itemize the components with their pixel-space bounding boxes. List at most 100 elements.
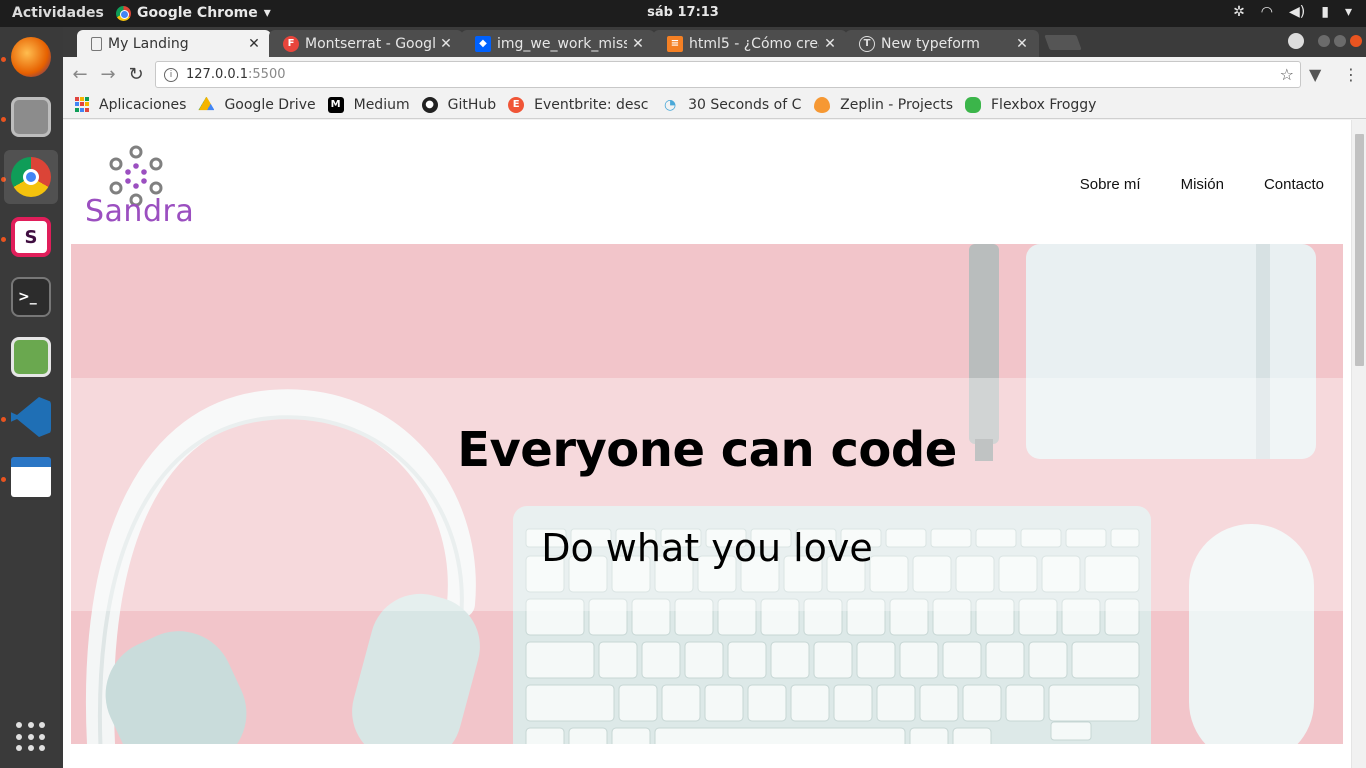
bookmark-star-icon[interactable]: ☆ — [1280, 65, 1294, 84]
bookmark-zeplin[interactable]: Zeplin - Projects — [814, 96, 953, 113]
bookmark-aplicaciones[interactable]: Aplicaciones — [75, 97, 186, 113]
close-window-icon[interactable] — [1350, 35, 1362, 47]
page-icon — [91, 36, 102, 51]
url-host: 127.0.0.1 — [186, 67, 249, 82]
tab-strip: My Landing ✕ F Montserrat - Google ✕ ◆ i… — [63, 27, 1366, 57]
tab-title: Montserrat - Google — [305, 35, 435, 52]
vscode-icon — [11, 397, 51, 437]
dock-image-viewer[interactable] — [4, 330, 58, 384]
caret-down-icon[interactable]: ▾ — [1345, 4, 1352, 20]
bookmark-flexbox-froggy[interactable]: Flexbox Froggy — [965, 96, 1096, 113]
back-icon[interactable]: ← — [69, 63, 91, 85]
caret-down-icon: ▾ — [263, 5, 271, 21]
show-applications-icon[interactable] — [16, 722, 46, 752]
page-scrollbar[interactable] — [1351, 120, 1366, 768]
close-tab-icon[interactable]: ✕ — [439, 36, 453, 52]
launcher-dock: S >_ — [0, 27, 63, 768]
bookmark-github[interactable]: ● GitHub — [421, 96, 497, 113]
app-menu[interactable]: Google Chrome ▾ — [116, 5, 271, 21]
dock-vscode[interactable] — [4, 390, 58, 444]
tab-dropbox[interactable]: ◆ img_we_work_miss ✕ — [461, 30, 655, 57]
dock-slack[interactable]: S — [4, 210, 58, 264]
close-tab-icon[interactable]: ✕ — [823, 36, 837, 52]
site-nav: Sobre mí Misión Contacto — [1080, 176, 1324, 193]
tab-title: img_we_work_miss — [497, 35, 627, 52]
tab-typeform[interactable]: T New typeform ✕ — [845, 30, 1039, 57]
tab-title: html5 - ¿Cómo crear — [689, 35, 819, 52]
medium-icon: M — [327, 96, 344, 113]
bookmark-30-seconds[interactable]: ◔ 30 Seconds of C — [662, 97, 802, 113]
bookmark-label: Eventbrite: desc — [534, 96, 649, 113]
dock-chrome[interactable] — [4, 150, 58, 204]
bookmark-label: GitHub — [447, 96, 497, 113]
close-tab-icon[interactable]: ✕ — [1015, 36, 1029, 52]
nav-link-contacto[interactable]: Contacto — [1264, 176, 1324, 193]
browser-toolbar: ← → ↻ i 127.0.0.1:5500 ☆ ▼ ⋮ — [63, 57, 1366, 91]
dock-firefox[interactable] — [4, 30, 58, 84]
activities-button[interactable]: Actividades — [12, 5, 104, 21]
volume-icon[interactable]: ◀) — [1289, 4, 1305, 20]
reload-icon[interactable]: ↻ — [125, 63, 147, 85]
bookmark-label: Medium — [353, 96, 410, 113]
writer-icon — [11, 457, 51, 497]
eventbrite-icon: E — [508, 96, 525, 113]
scrollbar-thumb[interactable] — [1355, 134, 1364, 366]
nav-link-mision[interactable]: Misión — [1181, 176, 1224, 193]
bookmark-label: Google Drive — [224, 96, 316, 113]
tab-title: New typeform — [881, 35, 980, 52]
tab-stackoverflow[interactable]: ≡ html5 - ¿Cómo crear ✕ — [653, 30, 847, 57]
bookmark-eventbrite[interactable]: E Eventbrite: desc — [508, 96, 650, 113]
system-clock[interactable]: sáb 17:13 — [647, 5, 719, 20]
fonts-icon: F — [283, 35, 299, 52]
chrome-icon — [116, 5, 131, 21]
tab-title: My Landing — [108, 35, 189, 52]
logo-text[interactable]: Sandra — [85, 194, 194, 229]
frog-icon — [965, 96, 981, 113]
minimize-icon[interactable] — [1318, 35, 1330, 47]
tab-montserrat[interactable]: F Montserrat - Google ✕ — [269, 30, 463, 57]
hero-title: Everyone can code — [457, 422, 957, 478]
battery-icon[interactable]: ▮ — [1321, 4, 1329, 20]
stackoverflow-icon: ≡ — [667, 35, 683, 52]
wifi-icon[interactable]: ◠ — [1261, 4, 1273, 20]
dock-files[interactable] — [4, 90, 58, 144]
page-viewport: Sandra Sobre mí Misión Contacto Everyone… — [63, 120, 1366, 768]
bookmark-label: Zeplin - Projects — [840, 96, 953, 113]
zeplin-icon — [814, 96, 831, 113]
window-controls — [1288, 33, 1362, 49]
typeform-icon: T — [859, 35, 875, 52]
files-icon — [11, 97, 51, 137]
nav-link-sobre-mi[interactable]: Sobre mí — [1080, 176, 1141, 193]
hero-background-image — [71, 244, 1343, 744]
info-icon[interactable]: i — [164, 67, 178, 82]
profile-icon[interactable] — [1288, 33, 1304, 49]
bookmark-google-drive[interactable]: Google Drive — [198, 96, 316, 113]
forward-icon[interactable]: → — [97, 63, 119, 85]
dock-writer[interactable] — [4, 450, 58, 504]
firefox-icon — [11, 37, 51, 77]
url-port: :5500 — [248, 67, 286, 82]
tab-my-landing[interactable]: My Landing ✕ — [77, 30, 271, 57]
slack-icon: S — [11, 217, 51, 257]
hero-subtitle: Do what you love — [541, 526, 873, 570]
accessibility-icon[interactable]: ✲ — [1233, 4, 1245, 20]
address-bar[interactable]: i 127.0.0.1:5500 ☆ — [155, 61, 1301, 88]
menu-kebab-icon[interactable]: ⋮ — [1343, 65, 1359, 84]
maximize-icon[interactable] — [1334, 35, 1346, 47]
terminal-icon: >_ — [11, 277, 51, 317]
github-icon: ● — [421, 96, 438, 113]
dock-terminal[interactable]: >_ — [4, 270, 58, 324]
close-tab-icon[interactable]: ✕ — [631, 36, 645, 52]
chrome-icon — [11, 157, 51, 197]
pocket-icon[interactable]: ▼ — [1309, 65, 1321, 84]
dropbox-icon: ◆ — [475, 35, 491, 52]
image-viewer-icon — [11, 337, 51, 377]
app-menu-label: Google Chrome — [137, 5, 258, 21]
close-tab-icon[interactable]: ✕ — [247, 36, 261, 52]
system-tray[interactable]: ✲ ◠ ◀) ▮ ▾ — [1233, 4, 1352, 20]
apps-grid-icon — [75, 96, 89, 113]
clock-icon: ◔ — [664, 96, 677, 113]
new-tab-button[interactable] — [1044, 35, 1082, 50]
bookmark-medium[interactable]: M Medium — [327, 96, 410, 113]
bookmarks-bar: Aplicaciones Google Drive M Medium ● Git… — [63, 91, 1366, 119]
